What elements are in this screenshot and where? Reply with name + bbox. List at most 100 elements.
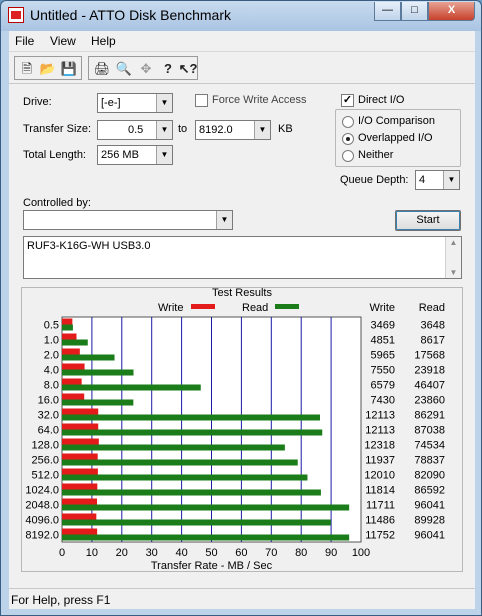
print-icon[interactable]: 🖨	[92, 59, 112, 78]
value-write: 5965	[371, 350, 395, 362]
x-tick-label: 60	[235, 547, 247, 559]
title-bar[interactable]: Untitled - ATTO Disk Benchmark — □ X	[1, 1, 481, 31]
value-read: 74534	[414, 440, 445, 452]
bar-write	[62, 363, 85, 370]
x-tick-label: 40	[175, 547, 187, 559]
chevron-down-icon[interactable]: ▼	[156, 121, 172, 139]
value-write: 7550	[371, 365, 395, 377]
value-write: 7430	[371, 395, 395, 407]
bar-read	[62, 444, 285, 451]
toolbar-tools-group: 🖨 🔍 ✥ ? ↖?	[88, 56, 198, 80]
value-read: 87038	[414, 425, 445, 437]
transfer-size-from-select[interactable]: 0.5 ▼	[97, 120, 173, 140]
x-tick-label: 90	[325, 547, 337, 559]
value-write: 11486	[365, 515, 395, 527]
total-length-label: Total Length:	[23, 149, 86, 161]
io-comparison-label: I/O Comparison	[358, 115, 436, 127]
x-tick-label: 70	[265, 547, 277, 559]
value-read: 46407	[414, 380, 445, 392]
new-icon[interactable]: 🗎	[17, 59, 37, 78]
save-icon[interactable]: 💾	[59, 59, 79, 78]
value-write: 12010	[364, 470, 395, 482]
value-read: 3648	[421, 320, 445, 332]
bar-write	[62, 468, 98, 475]
transfer-size-to-select[interactable]: 8192.0 ▼	[195, 120, 271, 140]
transfer-size-label: Transfer Size:	[23, 123, 92, 135]
menu-help[interactable]: Help	[91, 34, 116, 48]
maximize-button[interactable]: □	[401, 2, 428, 21]
open-icon[interactable]: 📂	[38, 59, 58, 78]
bar-read	[62, 384, 201, 391]
start-button[interactable]: Start	[395, 210, 461, 231]
overlapped-io-label: Overlapped I/O	[358, 132, 433, 144]
neither-radio[interactable]	[342, 150, 354, 162]
bar-write	[62, 318, 73, 325]
category-label: 1024.0	[25, 485, 59, 497]
status-bar: For Help, press F1	[9, 588, 475, 609]
bar-read	[62, 399, 134, 406]
value-read: 86291	[414, 410, 445, 422]
category-label: 4096.0	[25, 515, 59, 527]
chevron-down-icon[interactable]: ▼	[254, 121, 270, 139]
value-write: 11937	[365, 455, 395, 467]
scroll-down-icon[interactable]: ▼	[446, 268, 461, 277]
value-read: 78837	[414, 455, 445, 467]
category-label: 1.0	[44, 335, 59, 347]
print-preview-icon[interactable]: 🔍	[114, 59, 134, 78]
total-length-select[interactable]: 256 MB ▼	[97, 145, 173, 165]
menu-view[interactable]: View	[50, 34, 76, 48]
queue-depth-select[interactable]: 4 ▼	[415, 170, 460, 190]
value-read: 82090	[414, 470, 445, 482]
context-help-icon[interactable]: ↖?	[178, 59, 198, 78]
close-button[interactable]: X	[428, 2, 475, 21]
bar-write	[62, 453, 98, 460]
app-icon[interactable]	[8, 7, 24, 23]
bar-write	[62, 348, 80, 355]
direct-io-label: Direct I/O	[358, 94, 405, 106]
column-header-write: Write	[370, 302, 395, 314]
overlapped-io-radio[interactable]	[342, 133, 354, 145]
help-icon[interactable]: ?	[158, 59, 178, 78]
benchmark-form: Drive: [-e-] ▼ Force Write Access ✓ Dire…	[9, 83, 475, 588]
x-tick-label: 20	[116, 547, 128, 559]
drive-label: Drive:	[23, 96, 52, 108]
drive-select[interactable]: [-e-] ▼	[97, 93, 173, 113]
category-label: 64.0	[38, 425, 59, 437]
chevron-down-icon[interactable]: ▼	[443, 171, 459, 189]
results-chart: Test Results Write Read Write Read 0 10 20 30 40 5…	[25, 287, 445, 572]
controlled-by-select[interactable]: ▼	[23, 210, 233, 230]
x-tick-label: 80	[295, 547, 307, 559]
chevron-down-icon[interactable]: ▼	[156, 94, 172, 112]
category-label: 256.0	[31, 455, 59, 467]
bar-write	[62, 408, 99, 415]
description-scrollbar[interactable]: ▲ ▼	[445, 237, 461, 278]
direct-io-checkbox[interactable]: ✓	[341, 94, 354, 107]
x-tick-label: 50	[205, 547, 217, 559]
x-tick-label: 10	[86, 547, 98, 559]
legend-swatch-write	[191, 304, 215, 309]
io-comparison-radio[interactable]	[342, 116, 354, 128]
category-label: 32.0	[38, 410, 59, 422]
bar-read	[62, 429, 323, 436]
chevron-down-icon[interactable]: ▼	[156, 146, 172, 164]
category-label: 128.0	[31, 440, 59, 452]
value-read: 8617	[421, 335, 445, 347]
force-write-label: Force Write Access	[212, 94, 307, 106]
bar-read	[62, 459, 298, 466]
menu-file[interactable]: File	[15, 34, 34, 48]
category-label: 16.0	[38, 395, 59, 407]
scroll-up-icon[interactable]: ▲	[446, 238, 461, 247]
results-title: Test Results	[212, 288, 272, 299]
bar-read	[62, 324, 73, 331]
description-field[interactable]: RUF3-K16G-WH USB3.0 ▲ ▼	[23, 236, 462, 279]
chevron-down-icon[interactable]: ▼	[216, 211, 232, 229]
force-write-checkbox[interactable]	[195, 94, 208, 107]
minimize-button[interactable]: —	[374, 2, 401, 21]
bar-write	[62, 483, 98, 490]
move-icon[interactable]: ✥	[136, 59, 156, 78]
category-label: 2048.0	[25, 500, 59, 512]
neither-label: Neither	[358, 149, 394, 161]
bar-read	[62, 339, 88, 346]
bar-read	[62, 504, 350, 511]
menu-bar: File View Help	[9, 31, 475, 51]
